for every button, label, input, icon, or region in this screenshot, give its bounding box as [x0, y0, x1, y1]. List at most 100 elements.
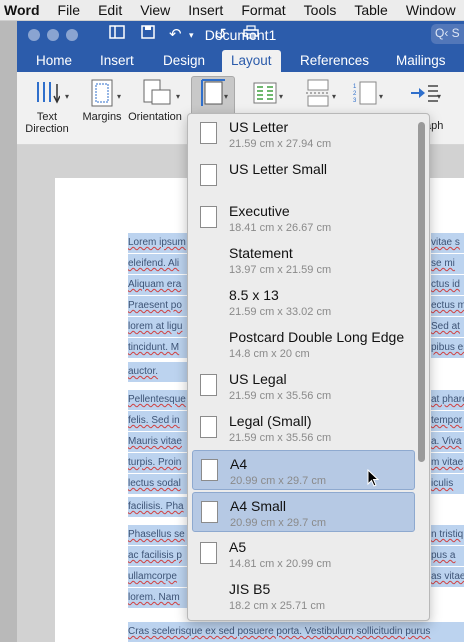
document-line-end[interactable]: as vitae — [431, 567, 464, 587]
margins-button[interactable]: ▾ Margins — [77, 78, 127, 123]
document-line-end[interactable]: n tristiq — [431, 525, 464, 545]
document-line[interactable]: Lorem ipsum — [128, 233, 187, 253]
document-line[interactable]: lorem at ligu — [128, 317, 187, 337]
chevron-down-icon: ▾ — [176, 92, 181, 101]
paper-size-item[interactable]: A4 20.99 cm x 29.7 cm — [192, 450, 415, 490]
paper-size-item[interactable]: US Letter 21.59 cm x 27.94 cm — [188, 114, 414, 156]
paper-size-item[interactable]: US Legal 21.59 cm x 35.56 cm — [188, 366, 414, 408]
menu-window[interactable]: Window — [397, 2, 464, 18]
menu-file[interactable]: File — [49, 2, 90, 18]
document-line-end[interactable]: m vitae — [431, 453, 464, 473]
document-line[interactable]: Mauris vitae — [128, 432, 187, 452]
document-line[interactable]: Phasellus se — [128, 525, 187, 545]
paper-size-name: Executive — [229, 203, 290, 219]
paper-size-dimensions: 18.41 cm x 26.67 cm — [229, 222, 332, 234]
paper-size-name: US Letter — [229, 119, 289, 135]
breaks-button[interactable]: ▾ — [298, 78, 338, 111]
document-line[interactable]: ac facilisis p — [128, 546, 187, 566]
document-line-end[interactable]: at pharet — [431, 390, 464, 410]
paper-size-dimensions: 14.81 cm x 20.99 cm — [229, 558, 332, 570]
paper-size-item[interactable]: A5 14.81 cm x 20.99 cm — [188, 534, 414, 576]
paper-size-item[interactable]: JIS B5 18.2 cm x 25.71 cm — [188, 576, 414, 618]
document-line[interactable]: tincidunt. M — [128, 338, 187, 358]
paper-size-item[interactable]: 8.5 x 13 21.59 cm x 33.02 cm — [188, 282, 414, 324]
document-line-end[interactable]: ctus id — [431, 275, 464, 295]
menu-tools[interactable]: Tools — [295, 2, 346, 18]
document-line[interactable]: Pellentesque — [128, 390, 187, 410]
chevron-down-icon: ▾ — [437, 92, 442, 101]
page-thumbnail-icon — [200, 206, 217, 228]
document-line-end-text: m vitae — [431, 457, 464, 468]
paper-size-name: Legal (Small) — [229, 413, 312, 429]
chevron-down-icon: ▾ — [117, 92, 122, 101]
document-line-text: ullamcorpe — [128, 571, 177, 582]
paper-size-item[interactable]: A4 Small 20.99 cm x 29.7 cm — [192, 492, 415, 532]
size-button[interactable]: ▾ — [194, 78, 232, 111]
paper-size-dimensions: 21.59 cm x 35.56 cm — [229, 390, 332, 402]
columns-button[interactable]: ▾ — [245, 78, 285, 111]
document-line-end[interactable]: a. Viva — [431, 432, 464, 452]
document-line-end[interactable]: vitae s — [431, 233, 464, 253]
menu-view[interactable]: View — [131, 2, 179, 18]
document-line-end[interactable]: pibus en — [431, 338, 464, 358]
menu-format[interactable]: Format — [232, 2, 294, 18]
document-line[interactable]: eleifend. Ali — [128, 254, 187, 274]
paper-size-item[interactable]: Legal (Small) 21.59 cm x 35.56 cm — [188, 408, 414, 450]
document-line-end[interactable]: pus a — [431, 546, 464, 566]
paper-size-dimensions: 14.8 cm x 20 cm — [229, 348, 310, 360]
line-numbers-button[interactable]: 123 ▾ — [345, 78, 385, 111]
svg-text:3: 3 — [353, 98, 357, 104]
paper-size-item[interactable]: Postcard Double Long Edge 14.8 cm x 20 cm — [188, 324, 414, 366]
document-line-end[interactable]: ectus ma — [431, 296, 464, 316]
document-line[interactable]: auctor. — [128, 362, 187, 382]
paper-size-dimensions: 21.59 cm x 27.94 cm — [229, 138, 332, 150]
document-line-end-text: se mi — [431, 258, 455, 269]
document-line-end[interactable]: iculis — [431, 474, 464, 494]
mouse-cursor-icon — [367, 468, 380, 492]
document-line-end-text: pus a — [431, 550, 456, 561]
paper-size-dimensions: 21.59 cm x 35.56 cm — [229, 432, 332, 444]
document-line[interactable]: Aliquam era — [128, 275, 187, 295]
document-line-end[interactable]: tempor — [431, 411, 464, 431]
document-line[interactable]: Cras scelerisque ex sed posuere porta. V… — [128, 622, 464, 642]
page-thumbnail-icon — [200, 542, 217, 564]
search-input[interactable]: Q‹ S — [431, 24, 464, 44]
tab-layout[interactable]: Layout — [222, 50, 281, 72]
text-direction-label: Text Direction — [25, 111, 69, 135]
menu-insert[interactable]: Insert — [179, 2, 232, 18]
document-line-text: lorem at ligu — [128, 321, 183, 332]
tab-mailings[interactable]: Mailings — [387, 50, 455, 72]
menu-table[interactable]: Table — [345, 2, 396, 18]
document-line[interactable]: felis. Sed in — [128, 411, 187, 431]
document-line-end-text: as vitae — [431, 571, 464, 582]
document-line[interactable]: ullamcorpe — [128, 567, 187, 587]
tab-home[interactable]: Home — [27, 50, 81, 72]
dropdown-scrollbar[interactable] — [418, 122, 425, 462]
text-direction-button[interactable]: ▾ Text Direction — [19, 78, 75, 135]
document-line-end[interactable]: Sed at — [431, 317, 464, 337]
orientation-button[interactable]: ▾ Orientation — [126, 78, 184, 123]
tab-insert[interactable]: Insert — [91, 50, 143, 72]
document-line-end[interactable]: se mi — [431, 254, 464, 274]
document-line[interactable]: facilisis. Pha — [128, 497, 187, 517]
page-thumbnail-icon — [200, 374, 217, 396]
tab-references[interactable]: References — [291, 50, 378, 72]
page-thumbnail-icon — [201, 459, 218, 481]
indent-button[interactable]: ▾ aph — [397, 78, 447, 132]
document-line[interactable]: Praesent po — [128, 296, 187, 316]
document-line[interactable]: lorem. Nam — [128, 588, 187, 608]
document-line-end-text: pibus en — [431, 342, 464, 353]
paper-size-item[interactable]: US Letter Small — [188, 156, 414, 198]
menu-app-word[interactable]: Word — [0, 2, 49, 18]
paper-size-dimensions: 13.97 cm x 21.59 cm — [229, 264, 332, 276]
document-line[interactable]: turpis. Proin — [128, 453, 187, 473]
document-line-text: Praesent po — [128, 300, 182, 311]
document-title: Document1 — [204, 27, 277, 43]
paper-size-item[interactable]: Executive 18.41 cm x 26.67 cm — [188, 198, 414, 240]
menu-edit[interactable]: Edit — [89, 2, 131, 18]
tab-design[interactable]: Design — [154, 50, 214, 72]
margins-icon — [89, 78, 115, 108]
document-line-text: eleifend. Ali — [128, 258, 180, 269]
document-line[interactable]: lectus sodal — [128, 474, 187, 494]
paper-size-item[interactable]: Statement 13.97 cm x 21.59 cm — [188, 240, 414, 282]
